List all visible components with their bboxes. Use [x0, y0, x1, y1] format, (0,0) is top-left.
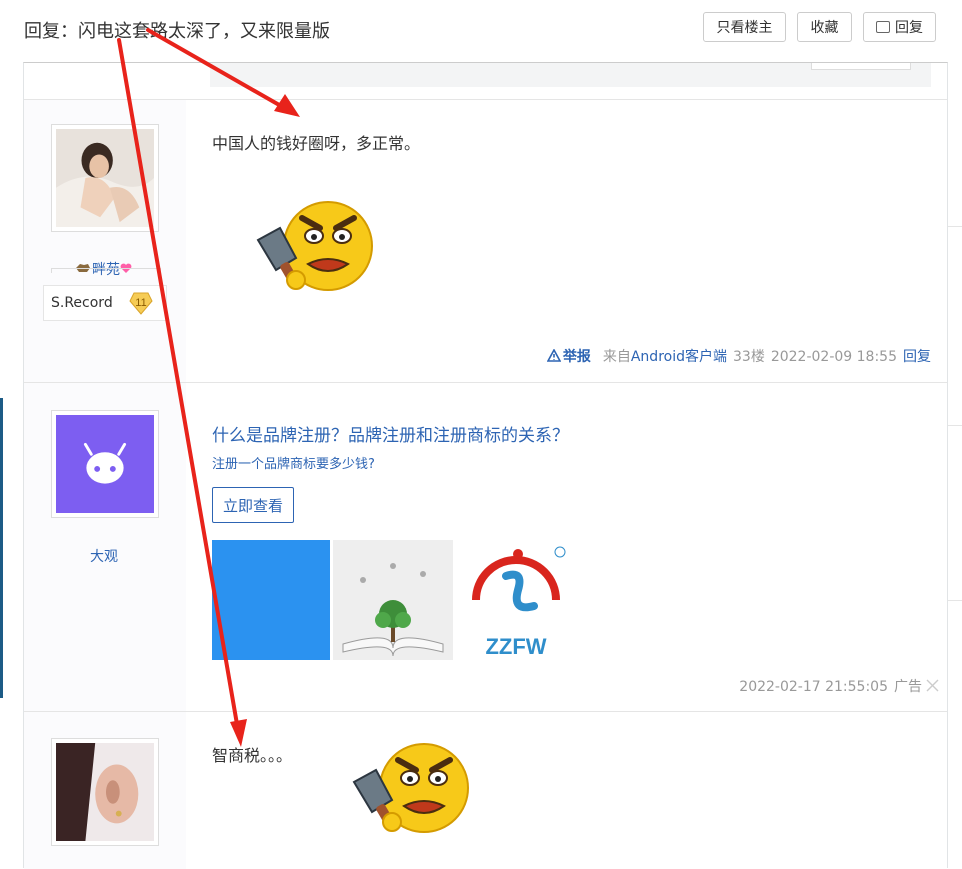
close-icon[interactable] — [926, 679, 939, 692]
ad-subtitle[interactable]: 注册一个品牌商标要多少钱? — [212, 453, 375, 472]
robot-icon — [56, 415, 154, 513]
reply-button[interactable]: 回复 — [863, 12, 936, 42]
cleaver-angry-emoji — [352, 743, 469, 833]
post-content: 中国人的钱好圈呀，多正常。 — [212, 134, 421, 153]
avatar-image — [56, 743, 154, 841]
reply-button-label: 回复 — [895, 20, 923, 36]
post-time: 2022-02-09 18:55 — [770, 349, 897, 365]
member-badge[interactable]: S.Record 11 — [43, 285, 167, 321]
ad-label: 广告 — [894, 679, 922, 695]
avatar[interactable] — [51, 124, 159, 232]
ad-title-link[interactable]: 什么是品牌注册？品牌注册和注册商标的关系？ — [212, 421, 569, 446]
ad-image-blue[interactable] — [212, 540, 330, 660]
reply-link[interactable]: 回复 — [903, 349, 931, 365]
reply-bubble-icon — [876, 21, 890, 33]
avatar-image — [56, 129, 154, 227]
left-edge-fragment — [0, 398, 3, 698]
avatar[interactable] — [51, 738, 159, 846]
floor-number: 33楼 — [733, 349, 765, 365]
favorite-button[interactable]: 收藏 — [797, 12, 852, 42]
client-link[interactable]: Android客户端 — [631, 349, 727, 365]
svg-text:11: 11 — [135, 297, 146, 309]
username[interactable]: 大观 — [90, 546, 118, 566]
zzfw-logo[interactable]: ZZFW — [456, 540, 576, 660]
thread-header: 回复：闪电这套路太深了，又来限量版 只看楼主 收藏 回复 — [0, 0, 962, 62]
report-link[interactable]: 举报 — [546, 348, 591, 365]
warning-triangle-icon — [546, 348, 562, 362]
ad-image-book-tree[interactable] — [333, 540, 453, 660]
post-meta: 举报 来自Android客户端 33楼 2022-02-09 18:55 回复 — [541, 346, 931, 366]
post-content: 智商税。。。 — [212, 746, 293, 765]
svg-text:ZZFW: ZZFW — [485, 634, 546, 659]
level-badge-icon: 11 — [129, 292, 153, 315]
badge-label: S.Record — [51, 295, 113, 311]
view-now-button[interactable]: 立即查看 — [212, 487, 294, 523]
post-floor-33: 畔苑 S.Record 11 中国人的钱好圈呀，多正常。 举报 来自Android… — [24, 99, 947, 383]
thread-title: 回复：闪电这套路太深了，又来限量版 — [24, 21, 330, 42]
ad-time: 2022-02-17 21:55:05 — [739, 679, 888, 695]
cleaver-angry-emoji — [256, 201, 373, 291]
previous-post-footer — [210, 63, 931, 87]
avatar[interactable] — [51, 410, 159, 518]
ad-post: 大观 什么是品牌注册？品牌注册和注册商标的关系？ 注册一个品牌商标要多少钱? 立… — [24, 382, 947, 712]
post-next: 智商税。。。 — [24, 711, 947, 869]
only-op-button[interactable]: 只看楼主 — [703, 12, 786, 42]
ad-meta: 2022-02-17 21:55:05 广告 — [733, 676, 939, 696]
